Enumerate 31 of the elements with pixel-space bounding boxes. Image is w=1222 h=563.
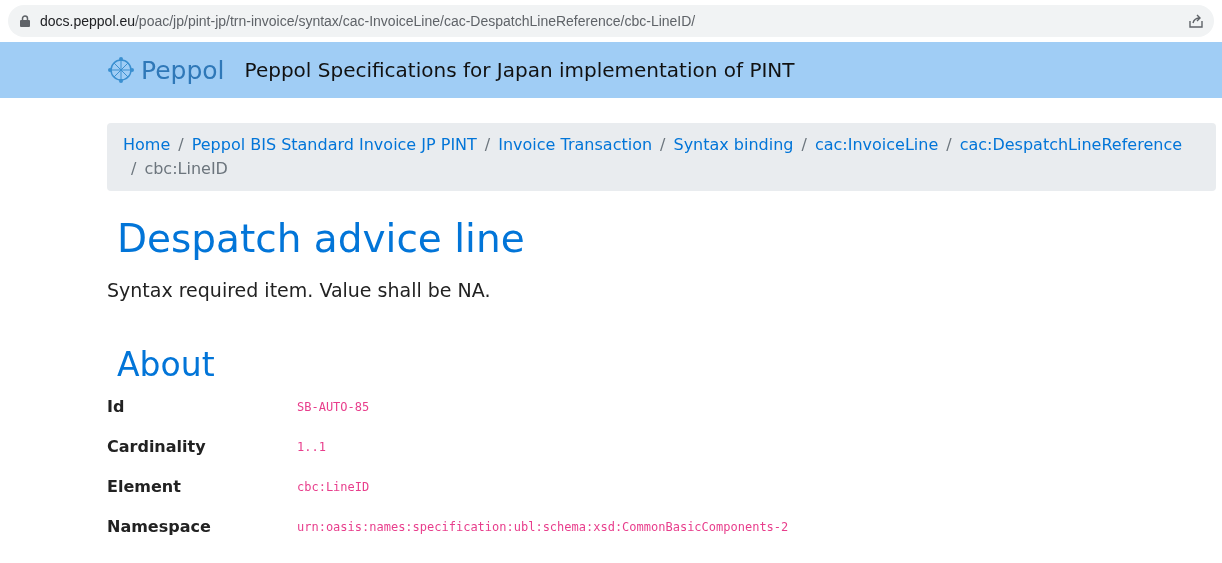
section-heading: About <box>117 345 216 385</box>
field-value: 1..1 <box>297 439 327 454</box>
field-value: urn:oasis:names:specification:ubl:schema:xsd:CommonBasicComponents-2 <box>297 519 790 534</box>
breadcrumb-link[interactable]: cac:DespatchLineReference <box>959 135 1182 154</box>
field-value: cbc:LineID <box>297 479 371 494</box>
breadcrumb-link[interactable]: cac:InvoiceLine <box>814 135 939 154</box>
site-title: Peppol Specifications for Japan implementation of PINT <box>244 58 795 82</box>
separator-text: / <box>659 135 667 154</box>
separator-text: / <box>800 135 808 154</box>
separator-text: / <box>130 159 138 178</box>
breadcrumb-link[interactable]: Peppol BIS Standard Invoice JP PINT <box>191 135 477 154</box>
page-heading: Despatch advice line <box>117 215 526 263</box>
description-text: Syntax required item. Value shall be NA. <box>107 279 492 301</box>
globe-icon <box>107 56 135 84</box>
separator-text: / <box>177 135 185 154</box>
peppol-logo[interactable]: Peppol <box>107 55 225 85</box>
breadcrumb-link[interactable]: Syntax binding <box>673 135 794 154</box>
field-label: Namespace <box>107 516 212 538</box>
lock-icon <box>20 15 30 27</box>
breadcrumb-link[interactable]: Home <box>123 135 171 154</box>
breadcrumb-current: cbc:LineID <box>144 159 228 178</box>
address-bar[interactable]: docs.peppol.eu/poac/jp/pint-jp/trn-invoice/syntax/cac-InvoiceLine/cac-DespatchLineReference/cbc-LineID/ <box>8 5 1214 37</box>
breadcrumb-link[interactable]: Invoice Transaction <box>498 135 653 154</box>
field-value: SB-AUTO-85 <box>297 399 371 414</box>
separator-text: / <box>945 135 953 154</box>
share-icon[interactable] <box>1188 13 1204 29</box>
separator-text: / <box>483 135 492 154</box>
field-label: Element <box>107 476 182 498</box>
field-label: Cardinality <box>107 436 207 458</box>
url-text: docs.peppol.eu/poac/jp/pint-jp/trn-invoice/syntax/cac-InvoiceLine/cac-DespatchLineReference/cbc-LineID/ <box>40 13 697 29</box>
field-label: Id <box>107 396 126 418</box>
